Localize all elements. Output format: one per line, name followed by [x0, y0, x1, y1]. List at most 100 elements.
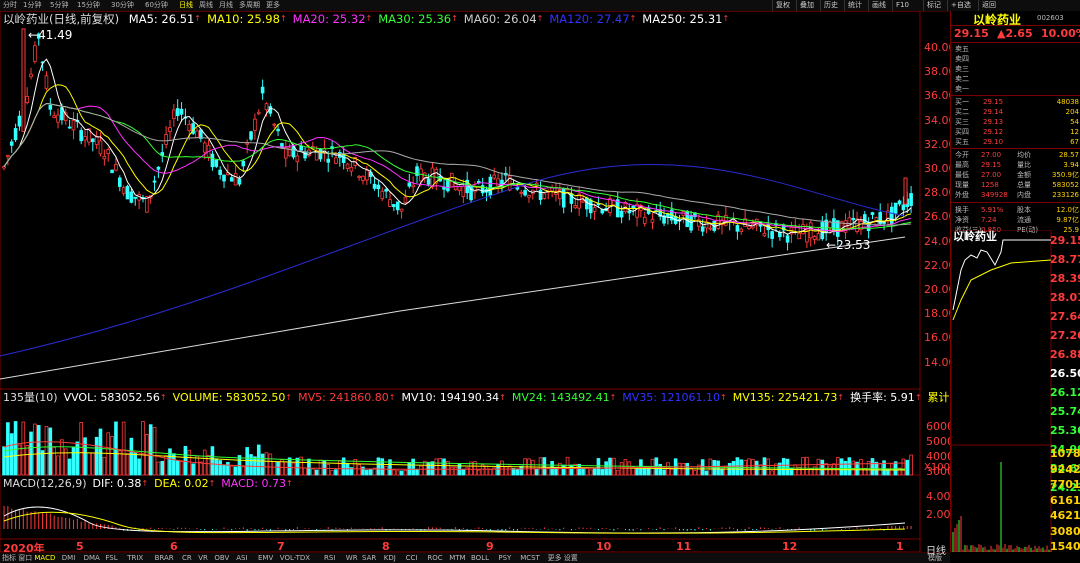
intraday-avg-line — [953, 260, 1051, 320]
candlesticks — [3, 29, 913, 251]
volume-bar — [184, 446, 187, 475]
intraday-volume-tick: 30807 — [1050, 525, 1080, 538]
volume-bar — [535, 469, 538, 475]
volume-bar — [404, 470, 407, 475]
chart-canvas[interactable] — [0, 11, 950, 552]
volume-bar — [659, 464, 662, 475]
volume-bar — [57, 456, 60, 475]
period-tab[interactable]: 周线 — [199, 0, 213, 11]
volume-bar — [462, 470, 465, 475]
period-tab[interactable]: 分时 — [3, 0, 17, 11]
ma-legend: MA20: 25.32↑ — [293, 12, 373, 26]
intraday-price-tick: 29.15 — [1050, 234, 1080, 247]
candle-body — [813, 237, 816, 240]
volume-bar — [829, 466, 832, 475]
candle-body — [107, 150, 110, 154]
volume-bar — [501, 461, 504, 475]
ma-value: MA30: 25.36 — [378, 12, 451, 26]
toolbar-button[interactable]: 历史 — [820, 0, 841, 11]
candle-body — [80, 130, 83, 140]
candle-body — [493, 175, 496, 178]
intraday-price-tick: 26.88 — [1050, 348, 1080, 361]
volume-bar — [292, 463, 295, 475]
volume-bar — [539, 458, 542, 475]
toolbar-button[interactable]: 标记 — [923, 0, 944, 11]
volume-bar — [219, 461, 222, 475]
volume-bar — [161, 461, 164, 475]
volume-bar — [88, 453, 91, 475]
toolbar-button[interactable]: +自选 — [947, 0, 974, 11]
volume-bar — [786, 459, 789, 475]
up-arrow-icon: ↑ — [451, 14, 458, 23]
candle-body — [377, 185, 380, 189]
volume-bar — [620, 462, 623, 475]
candle-body — [524, 190, 527, 195]
volume-bar — [670, 469, 673, 475]
volume-bar — [589, 470, 592, 475]
candle-body — [408, 183, 411, 186]
candle-body — [223, 175, 226, 181]
mini-chart-title: 以岭药业 — [953, 228, 997, 244]
toolbar-button[interactable]: F10 — [892, 0, 912, 11]
volume-bar — [817, 459, 820, 475]
volume-bar — [860, 460, 863, 475]
intraday-volume-tick: 15403 — [1050, 540, 1080, 553]
stat-l2: 量比 — [1017, 160, 1031, 170]
candle-body — [612, 201, 615, 205]
volume-bar — [836, 457, 839, 475]
volume-bar — [840, 459, 843, 475]
candle-body — [242, 161, 245, 166]
stat-l1: 换手 — [955, 205, 969, 215]
period-tab[interactable]: 60分钟 — [145, 0, 168, 11]
stat-v1: 7.24 — [981, 215, 997, 225]
ma-value: MA60: 26.04 — [464, 12, 537, 26]
volume-bar — [906, 460, 909, 475]
volume-bar — [582, 468, 585, 475]
volume-bar — [694, 470, 697, 475]
volume-bar — [612, 458, 615, 475]
up-arrow-icon: ↑ — [630, 14, 637, 23]
buy-level: 买一 29.15 48038 — [951, 97, 1080, 107]
stat-v2: 3.94 — [1063, 160, 1079, 170]
volume-bar — [520, 466, 523, 475]
period-tab[interactable]: 15分钟 — [77, 0, 100, 11]
macd-header: MACD(12,26,9) DIF: 0.38↑ DEA: 0.02↑ MACD: 0… — [3, 477, 299, 491]
period-tab[interactable]: 5分钟 — [50, 0, 68, 11]
period-tab[interactable]: 多周期 — [239, 0, 260, 11]
candle-body — [157, 167, 160, 169]
level-vol: 12 — [1070, 127, 1079, 137]
period-tab[interactable]: 更多 — [266, 0, 280, 11]
candle-body — [396, 202, 399, 210]
candle-body — [489, 177, 492, 195]
toolbar-button[interactable]: 统计 — [844, 0, 865, 11]
ma-legend: MA120: 27.47↑ — [549, 12, 636, 26]
volume-bar — [705, 471, 708, 475]
ma30-line — [4, 104, 911, 230]
toolbar-button[interactable]: 复权 — [772, 0, 793, 11]
volume-bar — [435, 459, 438, 475]
level-price: 29.10 — [983, 137, 1003, 147]
volume-bar — [562, 465, 565, 475]
stat-row: 最高 29.15 量比 3.94 — [951, 160, 1080, 170]
intraday-volume-tick: 46210 — [1050, 509, 1080, 522]
toolbar-button[interactable]: 返回 — [978, 0, 999, 11]
indicator-legend: VVOL: 583052.56 — [64, 391, 160, 404]
period-tab[interactable]: 日线 — [179, 0, 193, 11]
candle-body — [22, 29, 25, 132]
level-price: 29.13 — [983, 117, 1003, 127]
period-tab[interactable]: 月线 — [219, 0, 233, 11]
period-tab[interactable]: 1分钟 — [23, 0, 41, 11]
candle-body — [327, 159, 330, 162]
ma120-line — [0, 164, 905, 356]
toolbar-button[interactable]: 叠加 — [796, 0, 817, 11]
period-tab[interactable]: 30分钟 — [111, 0, 134, 11]
candle-body — [265, 104, 268, 110]
buy-level: 买二 29.14 204 — [951, 107, 1080, 117]
candle-body — [551, 188, 554, 191]
volume-bar — [134, 453, 137, 475]
intraday-price-tick: 26.50 — [1050, 367, 1080, 380]
level-vol: 67 — [1070, 137, 1079, 147]
volume-bar — [871, 459, 874, 475]
candle-body — [273, 124, 276, 125]
toolbar-button[interactable]: 画线 — [868, 0, 889, 11]
